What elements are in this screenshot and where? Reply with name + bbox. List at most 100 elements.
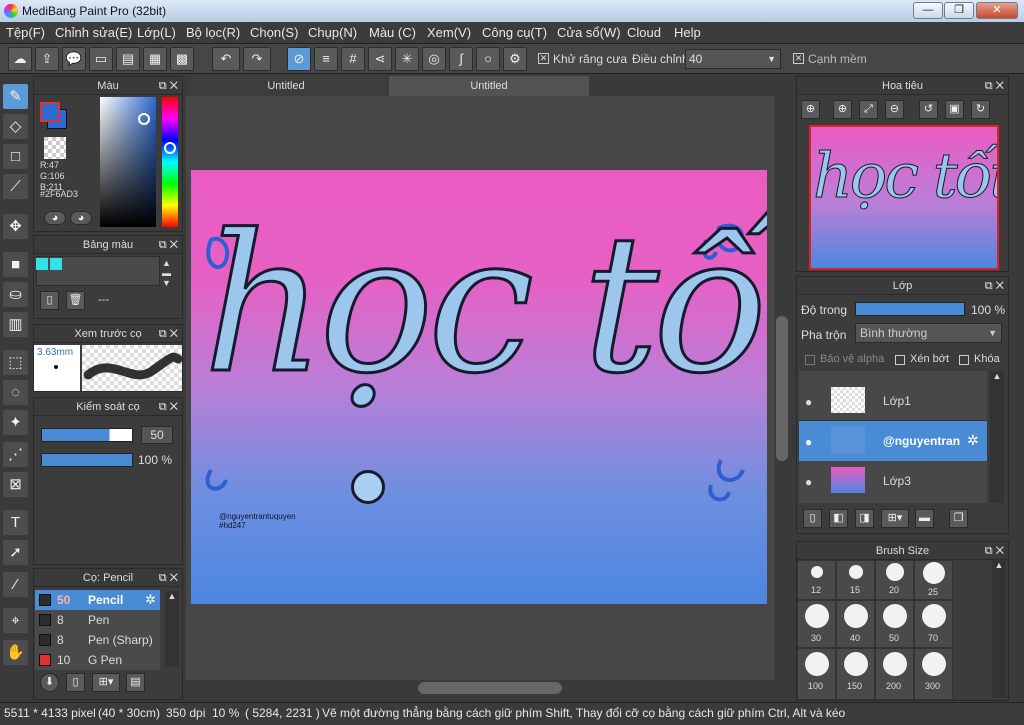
menu-color[interactable]: Màu (C) (369, 25, 416, 40)
rectangle-tool-icon[interactable]: □ (3, 144, 28, 169)
menu-view[interactable]: Xem(V) (427, 25, 471, 40)
zoom-out-icon[interactable]: ⊖ (885, 100, 904, 119)
color-slider-icon[interactable]: ◕ (70, 211, 92, 225)
brush-size-input[interactable]: 50 (141, 426, 173, 444)
vertical-scroll-thumb[interactable] (776, 316, 788, 461)
concentric-snap-icon[interactable]: ◎ (422, 47, 446, 71)
picker-cursor[interactable] (138, 113, 150, 125)
brush-tool-icon[interactable]: ✎ (3, 84, 28, 109)
add-layer-menu-icon[interactable]: ⊞▾ (881, 509, 909, 528)
horizontal-scroll-thumb[interactable] (418, 682, 562, 694)
transparent-color-swatch[interactable] (44, 137, 66, 159)
brush-size-slider[interactable] (41, 428, 133, 442)
folder-icon[interactable]: ▬ (915, 509, 934, 528)
select-pen-icon[interactable]: ⋰ (3, 442, 28, 467)
page-icon[interactable]: ▤ (116, 47, 140, 71)
gradient-tool-icon[interactable]: ▥ (3, 312, 28, 337)
panel-controls-icon[interactable]: ⧉ ✕ (159, 325, 178, 343)
palette-swatch[interactable] (50, 258, 62, 270)
brush-size-cell[interactable]: 50 (875, 600, 914, 648)
perspective-snap-icon[interactable]: ⋖ (368, 47, 392, 71)
menu-help[interactable]: Help (674, 25, 701, 40)
artwork-canvas[interactable]: học tốt @nguyentrantuquyen #hd247 (191, 170, 767, 604)
palette-swatch[interactable] (36, 258, 48, 270)
fit-window-icon[interactable]: ▣ (945, 100, 964, 119)
adjust-select[interactable]: 40 ▼ (685, 49, 781, 69)
fill-rect-tool-icon[interactable]: ■ (3, 252, 28, 277)
operation-tool-icon[interactable]: ➚ (3, 540, 28, 565)
snap-off-icon[interactable]: ⊘ (287, 47, 311, 71)
trash-icon[interactable]: 🗑 (66, 291, 85, 310)
cloud-icon[interactable]: ☁ (8, 47, 32, 71)
eraser-tool-icon[interactable]: ◇ (3, 114, 28, 139)
menu-layer[interactable]: Lớp(L) (137, 25, 176, 40)
panel-controls-icon[interactable]: ⧉ ✕ (159, 569, 178, 587)
radial-snap-icon[interactable]: ✳ (395, 47, 419, 71)
zoom-in-icon[interactable]: ⊕ (833, 100, 852, 119)
panel-controls-icon[interactable]: ⧉ ✕ (985, 542, 1004, 560)
layer-list-scrollbar[interactable]: ▲ (990, 371, 1004, 503)
hue-slider[interactable] (162, 97, 178, 227)
new-layer-icon[interactable]: ▯ (803, 509, 822, 528)
hue-cursor[interactable] (164, 142, 176, 154)
brush-size-cell[interactable]: 150 (836, 648, 875, 700)
blend-mode-select[interactable]: Bình thường ▼ (855, 323, 1002, 343)
navigator-thumbnail[interactable]: học tốt (809, 125, 999, 270)
new-halftone-layer-icon[interactable]: ◨ (855, 509, 874, 528)
bucket-tool-icon[interactable]: ⛀ (3, 282, 28, 307)
tab-untitled-2[interactable]: Untitled (389, 76, 589, 96)
protect-alpha-checkbox[interactable] (805, 355, 815, 365)
panel-controls-icon[interactable]: ⧉ ✕ (159, 236, 178, 254)
gear-icon[interactable]: ✲ (967, 432, 979, 449)
menu-select[interactable]: Chọn(S) (250, 25, 298, 40)
brush-size-cell[interactable]: 12 (797, 560, 836, 600)
lasso-icon[interactable]: ◌ (3, 380, 28, 405)
undo-icon[interactable]: ↶ (212, 47, 240, 71)
text-tool-icon[interactable]: T (3, 510, 28, 535)
curve-snap-icon[interactable]: ∫ (449, 47, 473, 71)
circle-snap-icon[interactable]: ○ (476, 47, 500, 71)
upload-icon[interactable]: ⇪ (35, 47, 59, 71)
speech-icon[interactable]: ▭ (89, 47, 113, 71)
panel-icon[interactable]: ▦ (143, 47, 167, 71)
brush-size-cell[interactable]: 25 (914, 560, 953, 600)
select-rect-icon[interactable]: ⬚ (3, 350, 28, 375)
layer-row-nguyentran[interactable]: ● @nguyentran ✲ (799, 421, 987, 461)
duplicate-layer-icon[interactable]: ❐ (949, 509, 968, 528)
menu-cloud[interactable]: Cloud (627, 25, 661, 40)
menu-file[interactable]: Tệp(F) (6, 25, 45, 40)
panel-controls-icon[interactable]: ⧉ ✕ (159, 77, 178, 95)
close-button[interactable]: ✕ (976, 2, 1018, 19)
zoom-in-icon[interactable]: ⊕ (801, 100, 820, 119)
brush-item-g-pen[interactable]: 10 G Pen (35, 650, 160, 670)
maximize-button[interactable]: ❐ (944, 2, 974, 19)
rotate-left-icon[interactable]: ↺ (919, 100, 938, 119)
grid-edit-icon[interactable]: ▩ (170, 47, 194, 71)
brush-size-cell[interactable]: 300 (914, 648, 953, 700)
horizontal-scrollbar[interactable] (186, 680, 790, 696)
antialias-checkbox[interactable]: ✕ (538, 53, 549, 64)
menu-edit[interactable]: Chỉnh sửa(E) (55, 25, 132, 40)
eyedropper-icon[interactable]: ⌖ (3, 608, 28, 633)
brush-size-cell[interactable]: 200 (875, 648, 914, 700)
minimize-button[interactable]: — (913, 2, 943, 19)
vertical-scrollbar[interactable] (774, 96, 790, 680)
panel-controls-icon[interactable]: ⧉ ✕ (159, 398, 178, 416)
rotate-right-icon[interactable]: ↻ (971, 100, 990, 119)
layer-row-layer1[interactable]: ● Lớp1 (799, 381, 987, 421)
comment-icon[interactable]: 💬 (62, 47, 86, 71)
redo-icon[interactable]: ↷ (243, 47, 271, 71)
grid-snap-icon[interactable]: # (341, 47, 365, 71)
new-color-layer-icon[interactable]: ◧ (829, 509, 848, 528)
brush-settings-icon[interactable]: ▤ (126, 673, 145, 692)
brush-size-cell[interactable]: 100 (797, 648, 836, 700)
panel-controls-icon[interactable]: ⧉ ✕ (985, 277, 1004, 295)
menu-snap[interactable]: Chụp(N) (308, 25, 357, 40)
gear-icon[interactable]: ✲ (145, 592, 156, 608)
eye-icon[interactable]: ● (805, 475, 812, 489)
smooth-edge-checkbox[interactable]: ✕ (793, 53, 804, 64)
brush-size-cell[interactable]: 70 (914, 600, 953, 648)
eye-icon[interactable]: ● (805, 395, 812, 409)
lock-checkbox[interactable] (959, 355, 969, 365)
hand-tool-icon[interactable]: ✋ (3, 640, 28, 665)
